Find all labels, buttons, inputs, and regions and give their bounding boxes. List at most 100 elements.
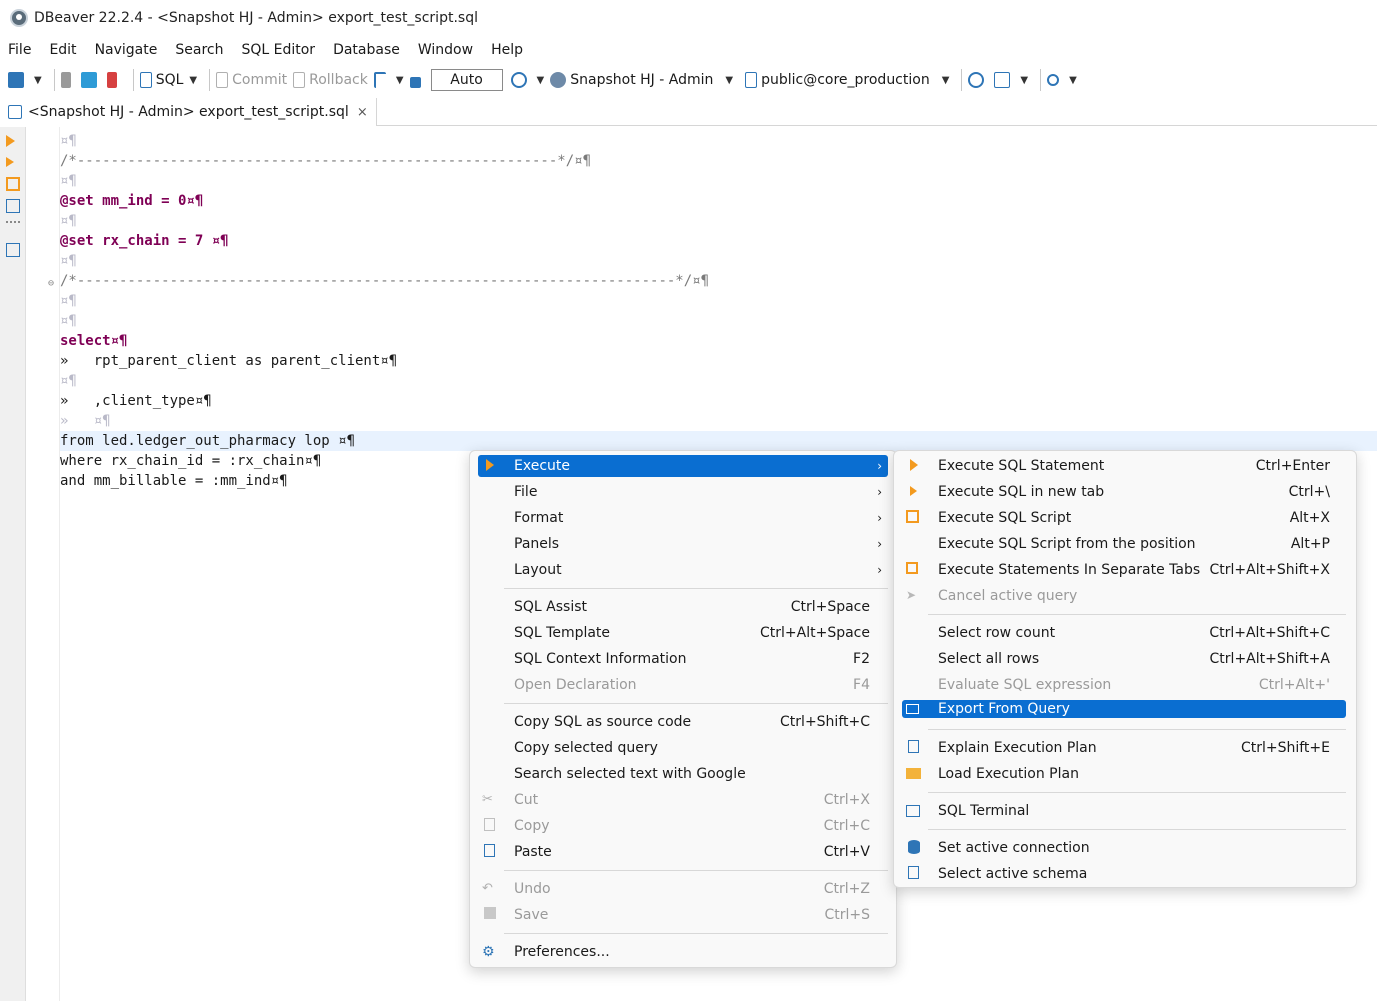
menu-item-undo[interactable]: ↶ Undo Ctrl+Z [478,878,888,900]
chevron-right-icon: › [877,537,882,551]
menu-item-paste[interactable]: Paste Ctrl+V [478,841,888,863]
menu-item-layout[interactable]: Layout › [478,559,888,581]
commit-button[interactable]: Commit [216,68,287,92]
line-text: /*--------------------------------------… [60,273,710,289]
menu-item-search-google[interactable]: Search selected text with Google [478,763,888,785]
active-connection-selector[interactable]: Snapshot HJ - Admin ▼ [550,68,733,92]
editor-line[interactable]: ¤¶ [60,131,1377,151]
menu-edit[interactable]: Edit [49,42,76,58]
submenu-item-select-active-schema[interactable]: Select active schema [902,863,1348,885]
execute-script-icon[interactable] [6,177,20,191]
menu-item-save[interactable]: Save Ctrl+S [478,904,888,926]
submenu-item-set-active-connection[interactable]: Set active connection [902,837,1348,859]
sql-script-icon [8,105,22,119]
editor-line[interactable]: /*--------------------------------------… [60,151,1377,171]
search-button[interactable]: ▼ [1047,68,1077,92]
rollback-button[interactable]: Rollback [293,68,368,92]
editor-line[interactable]: ¤¶ [60,251,1377,271]
active-schema-label: public@core_production [761,72,930,88]
submenu-item-export-from-query[interactable]: Export From Query [902,700,1346,718]
submenu-item-execute-script-from-position[interactable]: Execute SQL Script from the position Alt+… [902,533,1348,555]
editor-line[interactable]: » ¤¶ [60,411,1377,431]
menu-sql-editor[interactable]: SQL Editor [241,42,315,58]
menu-help[interactable]: Help [491,42,523,58]
execute-new-tab-icon[interactable] [6,157,14,167]
line-text: » ,client_type¤¶ [60,393,212,409]
menu-file[interactable]: File [8,42,31,58]
editor-line[interactable]: ¤¶ [60,371,1377,391]
submenu-item-cancel-query[interactable]: ➤ Cancel active query [902,585,1348,607]
editor-line[interactable]: ¤¶ [60,311,1377,331]
menu-item-sql-context-info[interactable]: SQL Context Information F2 [478,648,888,670]
menu-search[interactable]: Search [175,42,223,58]
execute-play-icon [486,459,494,471]
editor-line[interactable]: ¤¶ [60,291,1377,311]
line-text: select¤¶ [60,333,128,349]
submenu-item-sql-terminal[interactable]: SQL Terminal [902,800,1348,822]
submenu-item-select-row-count[interactable]: Select row count Ctrl+Alt+Shift+C [902,622,1348,644]
active-schema-selector[interactable]: public@core_production ▼ [745,68,949,92]
auto-commit-mode[interactable]: Auto [430,69,503,91]
close-icon[interactable]: × [357,105,368,120]
submenu-item-select-all-rows[interactable]: Select all rows Ctrl+Alt+Shift+A [902,648,1348,670]
execute-play-icon [910,459,918,471]
menu-separator [504,703,888,704]
lock-icon [409,76,421,88]
submenu-item-execute-sql-script[interactable]: Execute SQL Script Alt+X [902,507,1348,529]
menu-database[interactable]: Database [333,42,400,58]
menu-item-copy-sql-source[interactable]: Copy SQL as source code Ctrl+Shift+C [478,711,888,733]
fold-toggle-icon[interactable]: ⊖ [48,274,54,294]
submenu-item-load-plan[interactable]: Load Execution Plan [902,763,1348,785]
submenu-item-evaluate-expression[interactable]: Evaluate SQL expression Ctrl+Alt+' [902,674,1348,696]
editor-line[interactable]: @set rx_chain = 7 ¤¶ [60,231,1377,251]
explain-plan-icon[interactable] [6,199,20,213]
editor-line[interactable]: ¤¶ [60,171,1377,191]
submenu-item-explain-plan[interactable]: Explain Execution Plan Ctrl+Shift+E [902,737,1348,759]
submenu-item-execute-sql-statement[interactable]: Execute SQL Statement Ctrl+Enter [902,455,1348,477]
execute-statement-icon[interactable] [6,135,15,147]
menu-item-copy-selected-query[interactable]: Copy selected query [478,737,888,759]
menu-item-file[interactable]: File › [478,481,888,503]
menu-item-panels[interactable]: Panels › [478,533,888,555]
transaction-log-button[interactable]: ▼ [510,68,544,92]
sql-editor-button[interactable]: SQL ▼ [139,68,197,92]
menu-item-format[interactable]: Format › [478,507,888,529]
menu-navigate[interactable]: Navigate [95,42,158,58]
tab-export-test-script[interactable]: <Snapshot HJ - Admin> export_test_script… [0,98,377,126]
terminal-icon[interactable] [6,243,20,257]
plug-cross-icon [106,72,117,88]
lock-button[interactable] [409,68,425,92]
menu-item-execute[interactable]: Execute › [478,455,888,477]
editor-line[interactable]: select¤¶ [60,331,1377,351]
disconnect-button[interactable] [60,68,75,92]
menu-item-copy[interactable]: Copy Ctrl+C [478,815,888,837]
editor-line[interactable]: » ,client_type¤¶ [60,391,1377,411]
execute-new-tab-icon [910,486,917,496]
editor-line[interactable]: ¤¶ [60,211,1377,231]
menu-item-sql-template[interactable]: SQL Template Ctrl+Alt+Space [478,622,888,644]
network-button[interactable]: ▼ [994,68,1028,92]
menu-item-sql-assist[interactable]: SQL Assist Ctrl+Space [478,596,888,618]
menu-separator [928,829,1346,830]
dashboard-button[interactable] [968,68,988,92]
rollback-label: Rollback [309,72,368,88]
editor-line[interactable]: ⊖ /*-------------------------------------… [48,271,1377,291]
menu-item-cut[interactable]: ✂ Cut Ctrl+X [478,789,888,811]
editor-line-current[interactable]: from led.ledger_out_pharmacy lop ¤¶ [60,431,1377,451]
transaction-mode-button[interactable]: ▼ [373,68,404,92]
disconnect-all-button[interactable] [106,68,121,92]
reconnect-button[interactable] [80,68,101,92]
line-text: ¤¶ [60,253,77,269]
menu-separator [928,614,1346,615]
more-dots-icon[interactable] [6,221,20,223]
menu-window[interactable]: Window [418,42,473,58]
line-text: ¤¶ [60,133,77,149]
submenu-item-execute-separate-tabs[interactable]: Execute Statements In Separate Tabs Ctrl+… [902,559,1348,581]
editor-line[interactable]: @set mm_ind = 0¤¶ [60,191,1377,211]
menu-item-open-declaration[interactable]: Open Declaration F4 [478,674,888,696]
editor-line[interactable]: » rpt_parent_client as parent_client¤¶ [60,351,1377,371]
commit-icon [216,72,229,88]
new-connection-button[interactable]: ▼ [8,68,42,92]
submenu-item-execute-new-tab[interactable]: Execute SQL in new tab Ctrl+\ [902,481,1348,503]
menu-item-preferences[interactable]: ⚙ Preferences... [478,941,888,963]
